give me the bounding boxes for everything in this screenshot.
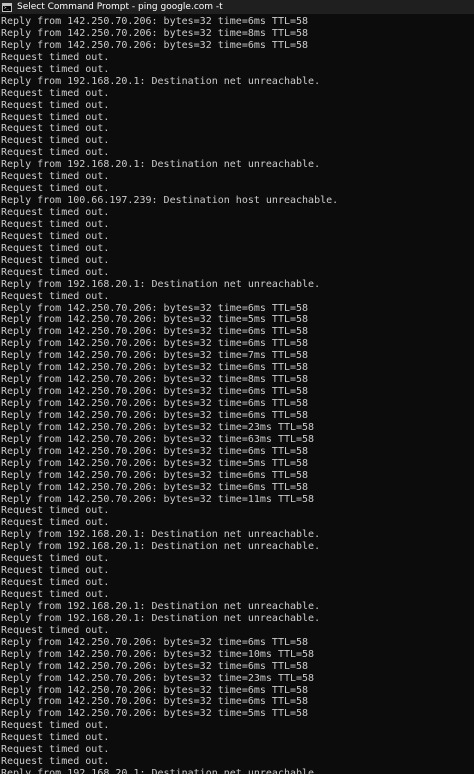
console-line: Reply from 142.250.70.206: bytes=32 time… bbox=[1, 421, 315, 433]
console-line: Request timed out. bbox=[1, 99, 110, 111]
console-line: Reply from 192.168.20.1: Destination net… bbox=[1, 541, 321, 553]
console-line: Reply from 192.168.20.1: Destination net… bbox=[1, 159, 321, 171]
console-line: Request timed out. bbox=[1, 624, 110, 636]
console-line: Reply from 142.250.70.206: bytes=32 time… bbox=[1, 696, 309, 708]
console-line: Request timed out. bbox=[1, 147, 110, 159]
console-line: Reply from 142.250.70.206: bytes=32 time… bbox=[1, 302, 309, 314]
cmd-icon[interactable] bbox=[2, 2, 12, 12]
window-title: Select Command Prompt - ping google.com … bbox=[17, 2, 223, 12]
title-bar[interactable]: Select Command Prompt - ping google.com … bbox=[0, 0, 474, 14]
console-line: Reply from 142.250.70.206: bytes=32 time… bbox=[1, 445, 309, 457]
console-line: Request timed out. bbox=[1, 111, 110, 123]
console-line: Reply from 142.250.70.206: bytes=32 time… bbox=[1, 350, 309, 362]
console-line: Request timed out. bbox=[1, 183, 110, 195]
console-line: Reply from 142.250.70.206: bytes=32 time… bbox=[1, 326, 309, 338]
console-line: Request timed out. bbox=[1, 135, 110, 147]
console-line: Request timed out. bbox=[1, 553, 110, 565]
console-line: Request timed out. bbox=[1, 505, 110, 517]
console-line: Request timed out. bbox=[1, 171, 110, 183]
console-output[interactable]: Reply from 142.250.70.206: bytes=32 time… bbox=[0, 14, 474, 774]
console-line: Request timed out. bbox=[1, 230, 110, 242]
console-line: Reply from 192.168.20.1: Destination net… bbox=[1, 75, 321, 87]
console-line: Request timed out. bbox=[1, 589, 110, 600]
console-line: Request timed out. bbox=[1, 63, 110, 75]
console-line: Reply from 142.250.70.206: bytes=32 time… bbox=[1, 39, 309, 51]
console-line: Reply from 142.250.70.206: bytes=32 time… bbox=[1, 398, 309, 409]
console-line: Request timed out. bbox=[1, 207, 110, 218]
console-line: Request timed out. bbox=[1, 744, 110, 756]
console-line: Reply from 142.250.70.206: bytes=32 time… bbox=[1, 493, 315, 505]
console-line: Reply from 142.250.70.206: bytes=32 time… bbox=[1, 684, 309, 696]
console-line: Request timed out. bbox=[1, 51, 110, 63]
console-line: Request timed out. bbox=[1, 290, 110, 302]
console-line: Request timed out. bbox=[1, 87, 110, 99]
console-line: Reply from 142.250.70.206: bytes=32 time… bbox=[1, 16, 309, 27]
console-line: Request timed out. bbox=[1, 266, 110, 278]
console-line: Reply from 142.250.70.206: bytes=32 time… bbox=[1, 374, 309, 386]
console-line: Reply from 142.250.70.206: bytes=32 time… bbox=[1, 457, 309, 469]
console-line: Request timed out. bbox=[1, 577, 110, 589]
console-line: Reply from 142.250.70.206: bytes=32 time… bbox=[1, 362, 309, 374]
console-line: Request timed out. bbox=[1, 218, 110, 230]
console-line: Request timed out. bbox=[1, 756, 110, 768]
console-line: Request timed out. bbox=[1, 123, 110, 135]
console-line: Reply from 142.250.70.206: bytes=32 time… bbox=[1, 648, 315, 660]
console-line: Reply from 142.250.70.206: bytes=32 time… bbox=[1, 27, 309, 39]
console-line: Request timed out. bbox=[1, 720, 110, 732]
console-line: Reply from 142.250.70.206: bytes=32 time… bbox=[1, 338, 309, 350]
console-line: Reply from 142.250.70.206: bytes=32 time… bbox=[1, 672, 315, 684]
console-line: Reply from 142.250.70.206: bytes=32 time… bbox=[1, 386, 309, 398]
console-line: Reply from 192.168.20.1: Destination net… bbox=[1, 529, 321, 541]
console-line: Reply from 142.250.70.206: bytes=32 time… bbox=[1, 660, 309, 672]
console-line: Reply from 142.250.70.206: bytes=32 time… bbox=[1, 469, 309, 481]
console-line: Request timed out. bbox=[1, 242, 110, 254]
console-line: Reply from 142.250.70.206: bytes=32 time… bbox=[1, 481, 309, 493]
command-prompt-window: Select Command Prompt - ping google.com … bbox=[0, 0, 474, 774]
console-line: Reply from 192.168.20.1: Destination net… bbox=[1, 278, 321, 290]
console-line: Reply from 192.168.20.1: Destination net… bbox=[1, 768, 321, 774]
console-line: Request timed out. bbox=[1, 565, 110, 577]
console-line: Reply from 192.168.20.1: Destination net… bbox=[1, 600, 321, 612]
console-line: Request timed out. bbox=[1, 732, 110, 744]
console-line: Reply from 192.168.20.1: Destination net… bbox=[1, 612, 321, 624]
console-line: Reply from 100.66.197.239: Destination h… bbox=[1, 195, 339, 207]
console-line: Reply from 142.250.70.206: bytes=32 time… bbox=[1, 708, 309, 720]
console-line: Reply from 142.250.70.206: bytes=32 time… bbox=[1, 314, 309, 326]
console-line: Request timed out. bbox=[1, 517, 110, 529]
console-line: Reply from 142.250.70.206: bytes=32 time… bbox=[1, 636, 309, 648]
console-line: Request timed out. bbox=[1, 254, 110, 266]
console-line: Reply from 142.250.70.206: bytes=32 time… bbox=[1, 433, 315, 445]
scrollbar[interactable] bbox=[470, 14, 474, 774]
console-line: Reply from 142.250.70.206: bytes=32 time… bbox=[1, 409, 309, 421]
